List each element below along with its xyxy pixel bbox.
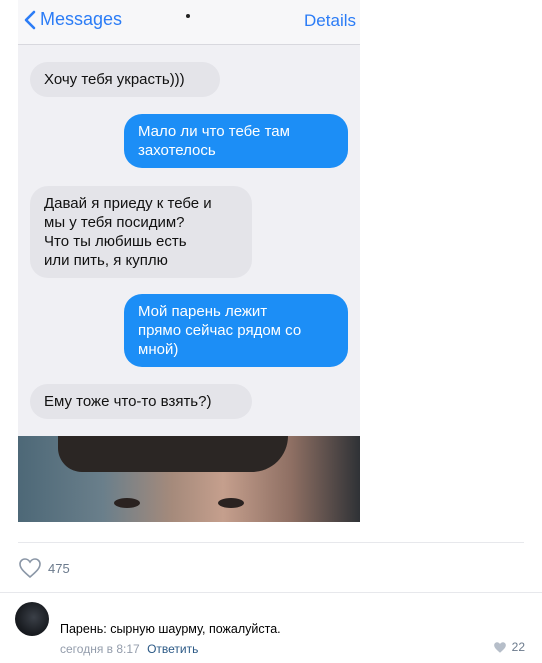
back-button[interactable]: Messages xyxy=(24,9,122,30)
nav-dot xyxy=(186,14,190,18)
like-button[interactable]: 475 xyxy=(18,557,70,579)
comment-likes-count: 22 xyxy=(511,640,525,654)
message-bubble-outgoing: Мало ли что тебе там захотелось xyxy=(124,114,348,168)
chevron-left-icon xyxy=(24,10,36,29)
message-bubble-outgoing: Мой парень лежит прямо сейчас рядом со м… xyxy=(124,294,348,367)
messages-nav-bar: Messages Details xyxy=(18,0,360,45)
heart-icon xyxy=(19,558,41,579)
comment-text: Парень: сырную шаурму, пожалуйста. xyxy=(60,622,281,636)
comment-meta: сегодня в 8:17 Ответить xyxy=(60,642,198,656)
avatar[interactable] xyxy=(15,602,49,636)
post-divider xyxy=(18,542,524,543)
likes-count: 475 xyxy=(48,560,70,576)
back-label: Messages xyxy=(40,9,123,29)
heart-icon xyxy=(493,641,506,653)
photo-eye xyxy=(114,498,140,508)
comments-divider xyxy=(0,592,542,593)
message-bubble-incoming: Хочу тебя украсть))) xyxy=(30,62,220,97)
comment-like-button[interactable]: 22 xyxy=(493,640,525,654)
photo-eye xyxy=(218,498,244,508)
selfie-photo xyxy=(18,436,360,522)
message-bubble-incoming: Давай я приеду к тебе и мы у тебя посиди… xyxy=(30,186,252,278)
message-bubble-incoming: Ему тоже что-то взять?) xyxy=(30,384,252,419)
photo-hair xyxy=(58,436,288,472)
comment-time[interactable]: сегодня в 8:17 xyxy=(60,642,140,656)
details-button[interactable]: Details xyxy=(304,11,356,31)
reply-link[interactable]: Ответить xyxy=(147,642,198,656)
conversation-screenshot: Messages Details Хочу тебя украсть))) Ма… xyxy=(18,0,360,522)
comment-item: Парень: сырную шаурму, пожалуйста. сегод… xyxy=(15,602,530,660)
